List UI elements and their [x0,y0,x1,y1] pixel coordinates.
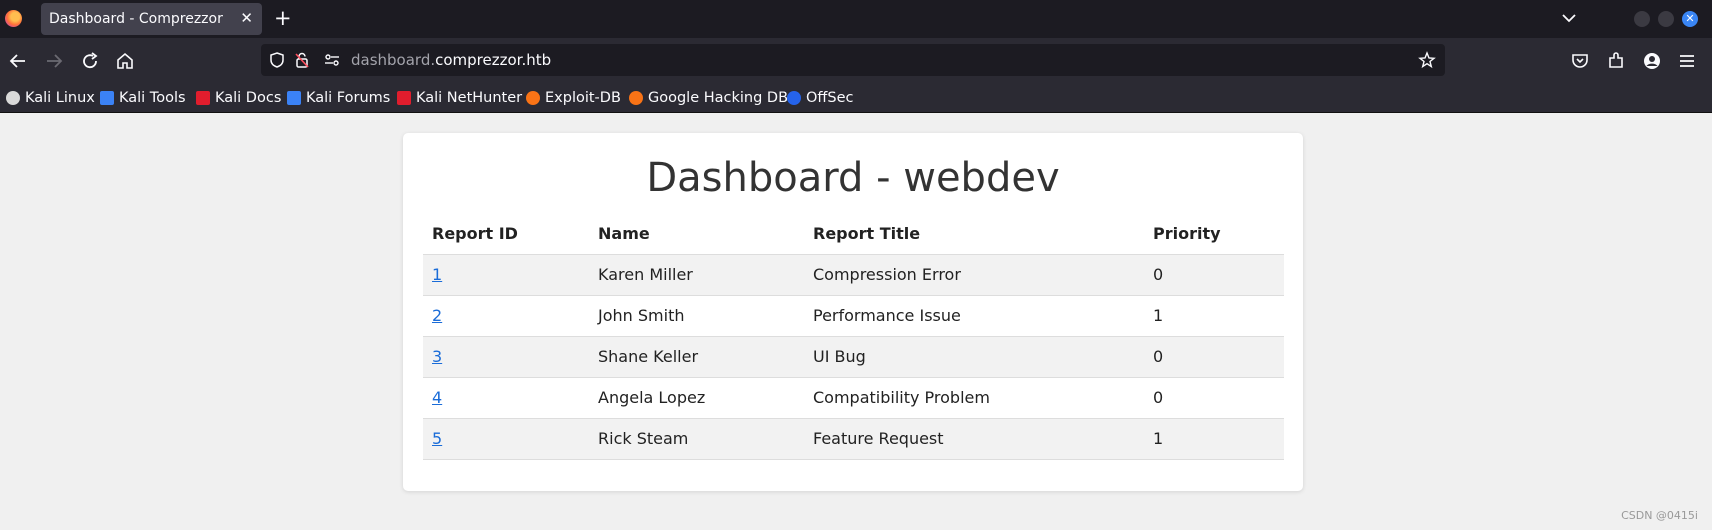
url-text[interactable]: dashboard.comprezzor.htb [351,51,551,69]
back-arrow-icon[interactable] [7,50,29,72]
report-id-link[interactable]: 3 [432,347,442,366]
table-row: 5 Rick Steam Feature Request 1 [423,417,1284,460]
bookmark-kali-forums[interactable]: Kali Forums [287,88,390,108]
shield-icon[interactable] [268,51,286,69]
window-close-button[interactable]: ✕ [1682,11,1698,27]
url-subdomain: dashboard. [351,51,436,69]
bookmark-label: Kali Tools [119,90,186,106]
bookmark-label: Kali NetHunter [416,90,523,106]
bookmarks-toolbar: Kali Linux Kali Tools Kali Docs Kali For… [0,84,1712,113]
bookmark-kali-linux[interactable]: Kali Linux [6,88,95,108]
bookmark-kali-nethunter[interactable]: Kali NetHunter [397,88,522,108]
watermark: CSDN @0415i [1621,509,1698,522]
exploit-db-icon [526,91,540,105]
report-title: UI Bug [804,335,1144,377]
kali-nethunter-icon [397,91,411,105]
bookmark-label: Kali Linux [25,90,95,106]
tab-close-icon[interactable]: ✕ [240,9,253,27]
reporter-name: Karen Miller [589,253,804,295]
url-domain: comprezzor.htb [435,51,552,69]
column-header-name: Name [598,223,650,243]
pocket-icon[interactable] [1569,50,1591,72]
navigation-toolbar: dashboard.comprezzor.htb [0,38,1712,84]
table-header-row: Report ID Name Report Title Priority [423,213,1284,254]
reporter-name: Shane Keller [589,335,804,377]
column-header-priority: Priority [1153,223,1221,243]
report-id-link[interactable]: 5 [432,429,442,448]
google-hacking-db-icon [629,91,643,105]
report-priority: 1 [1144,417,1284,460]
reporter-name: Rick Steam [589,417,804,460]
kali-docs-icon [196,91,210,105]
report-id-link[interactable]: 4 [432,388,442,407]
report-priority: 0 [1144,376,1284,418]
report-title: Performance Issue [804,294,1144,336]
report-priority: 0 [1144,335,1284,377]
table-row: 3 Shane Keller UI Bug 0 [423,335,1284,377]
kali-tools-icon [100,91,114,105]
report-priority: 0 [1144,253,1284,295]
report-id-link[interactable]: 1 [432,265,442,284]
report-title: Feature Request [804,417,1144,460]
bookmark-label: OffSec [806,90,854,106]
table-row: 1 Karen Miller Compression Error 0 [423,253,1284,295]
chevron-down-icon[interactable] [1560,9,1578,31]
reports-table: Report ID Name Report Title Priority 1 K… [423,213,1284,460]
bookmark-kali-tools[interactable]: Kali Tools [100,88,186,108]
column-header-report-id: Report ID [432,223,518,243]
address-bar[interactable]: dashboard.comprezzor.htb [261,44,1445,76]
page-title: Dashboard - webdev [646,155,1060,201]
column-header-report-title: Report Title [813,223,921,243]
offsec-icon [787,91,801,105]
permissions-icon[interactable] [323,51,341,69]
report-title: Compression Error [804,253,1144,295]
dashboard-card: Dashboard - webdev Report ID Name Report… [403,133,1303,491]
reporter-name: Angela Lopez [589,376,804,418]
menu-icon[interactable] [1676,50,1698,72]
reload-icon[interactable] [79,50,101,72]
bookmark-label: Kali Forums [306,90,391,106]
bookmark-kali-docs[interactable]: Kali Docs [196,88,281,108]
bookmark-star-icon[interactable] [1418,51,1436,69]
account-icon[interactable] [1641,50,1663,72]
extensions-icon[interactable] [1605,50,1627,72]
forward-arrow-icon[interactable] [43,50,65,72]
bookmark-label: Exploit-DB [545,90,621,106]
report-id-link[interactable]: 2 [432,306,442,325]
kali-forums-icon [287,91,301,105]
new-tab-button[interactable]: + [274,6,292,30]
lock-insecure-icon[interactable] [293,51,311,69]
table-row: 4 Angela Lopez Compatibility Problem 0 [423,376,1284,418]
minimize-button[interactable] [1634,11,1650,27]
bookmark-exploit-db[interactable]: Exploit-DB [526,88,621,108]
report-title: Compatibility Problem [804,376,1144,418]
firefox-logo-icon[interactable] [5,10,22,27]
bookmark-offsec[interactable]: OffSec [787,88,854,108]
report-priority: 1 [1144,294,1284,336]
table-row: 2 John Smith Performance Issue 1 [423,294,1284,336]
kali-dragon-icon [6,91,20,105]
maximize-button[interactable] [1658,11,1674,27]
reporter-name: John Smith [589,294,804,336]
bookmark-google-hacking-db[interactable]: Google Hacking DB [629,88,788,108]
tab-dashboard[interactable]: Dashboard - Comprezzor ✕ [41,3,262,35]
bookmark-label: Kali Docs [215,90,282,106]
tab-strip: Dashboard - Comprezzor ✕ + ✕ [0,0,1712,38]
bookmark-label: Google Hacking DB [648,90,789,106]
tab-title: Dashboard - Comprezzor [49,11,223,27]
home-icon[interactable] [114,50,136,72]
